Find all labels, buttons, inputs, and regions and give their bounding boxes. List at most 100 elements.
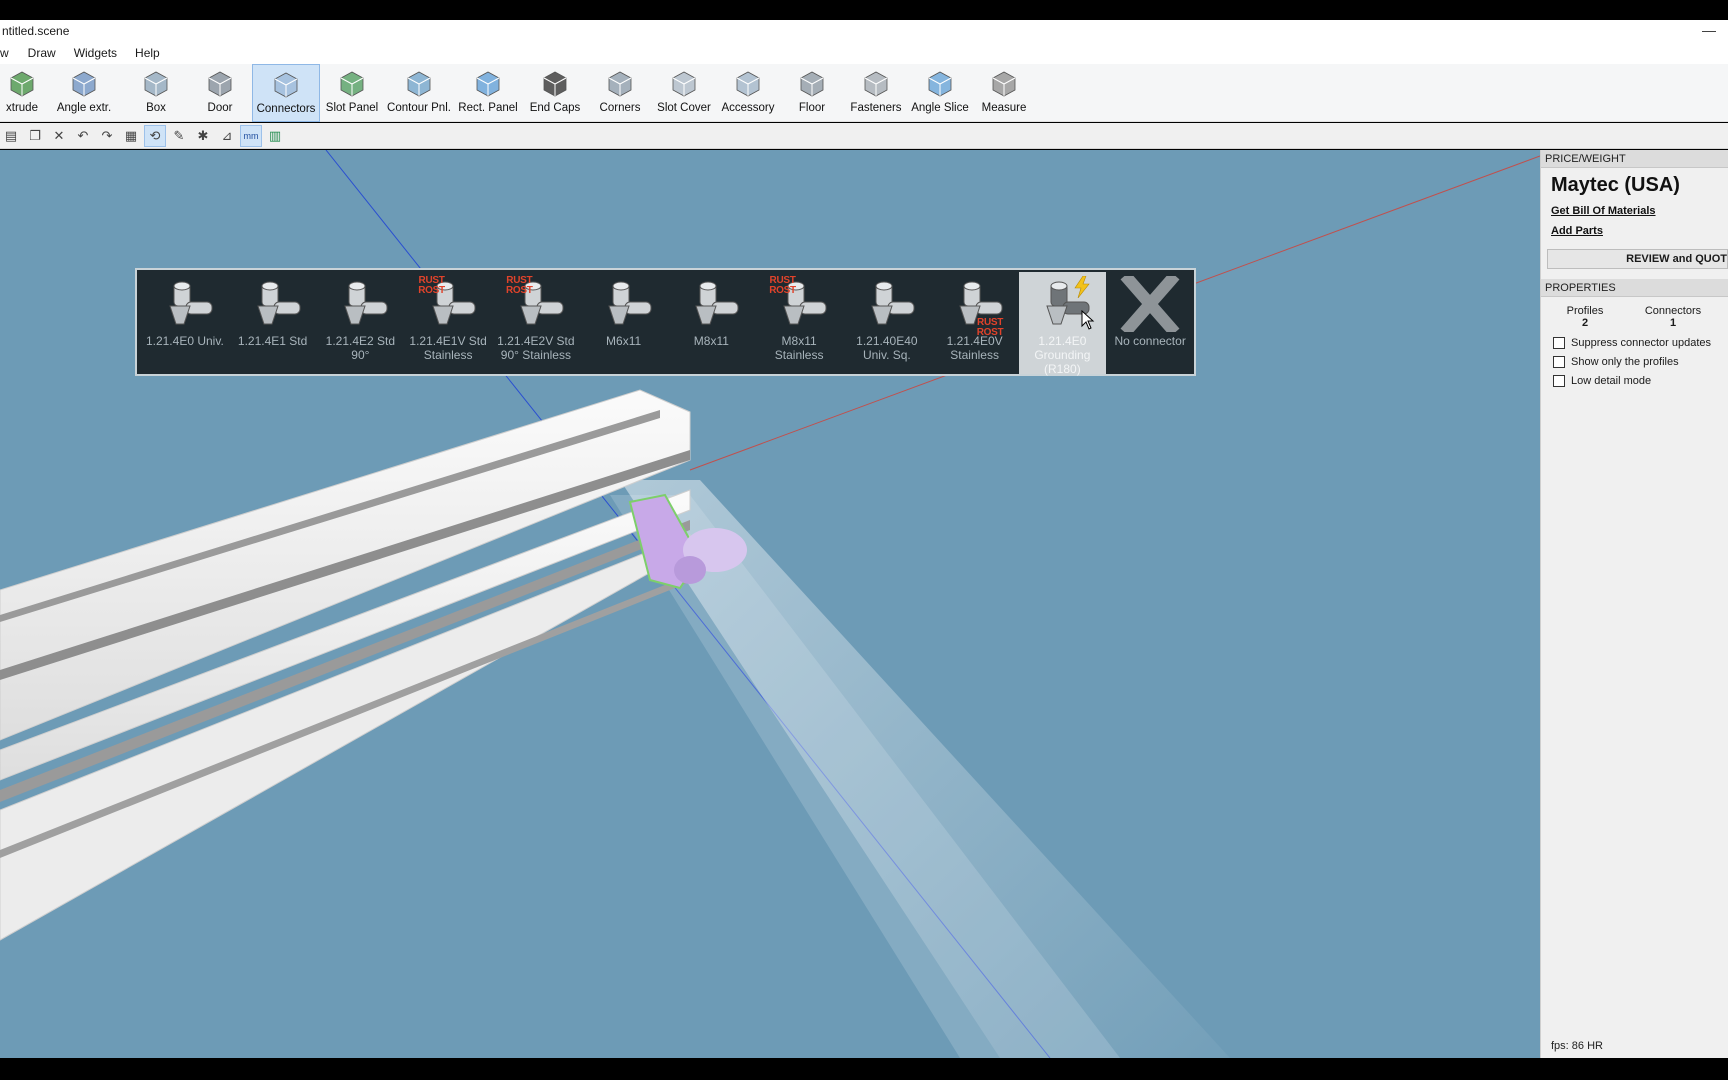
connector-name: 1.21.4E1 Std [237, 334, 308, 348]
paste-icon: ▤ [4, 127, 18, 143]
quick-toolbar: ▤ ❐ ✕ ↶ ↷ ▦ ⟲ ✎ ✱ ⊿ mm ▥ [0, 123, 1728, 149]
measure-angle-button[interactable]: ⊿ [216, 125, 238, 147]
tool-accessory[interactable]: Accessory [716, 64, 780, 122]
menu-draw[interactable]: Draw [19, 42, 65, 64]
tool-label: Floor [798, 102, 826, 114]
connector-option[interactable]: 1.21.40E40 Univ. Sq. [843, 272, 931, 374]
contour-panel-icon [404, 68, 434, 98]
tool-corners[interactable]: Corners [588, 64, 652, 122]
bug-icon: ✱ [197, 127, 209, 143]
grid-button[interactable]: ▦ [120, 125, 142, 147]
units-mm-icon: mm [243, 130, 259, 141]
price-weight-header: PRICE/WEIGHT [1541, 150, 1728, 168]
profiles-stat: Profiles 2 [1541, 305, 1629, 329]
rect-panel-icon [473, 68, 503, 98]
menu-help[interactable]: Help [126, 42, 169, 64]
low-detail-label: Low detail mode [1571, 374, 1652, 387]
profiles-only-option[interactable]: Show only the profiles [1541, 352, 1728, 371]
suppress-updates-option[interactable]: Suppress connector updates [1541, 333, 1728, 352]
no-connector-option[interactable]: No connector [1106, 271, 1194, 374]
paste-button[interactable]: ▤ [0, 125, 22, 147]
connector-option[interactable]: 1.21.4E1 Std [229, 272, 317, 374]
menu-view[interactable]: w [0, 42, 19, 64]
connector-option[interactable]: 1.21.4E2 Std 90° [317, 272, 405, 374]
profiles-only-label: Show only the profiles [1571, 355, 1679, 368]
tool-box[interactable]: Box [124, 64, 188, 122]
tool-angle-slice[interactable]: Angle Slice [908, 64, 972, 122]
connector-name: No connector [1114, 334, 1186, 348]
tool-floor[interactable]: Floor [780, 64, 844, 122]
tool-label: Angle extr. [56, 102, 112, 114]
window-title: ntitled.scene [2, 24, 70, 38]
low-detail-option[interactable]: Low detail mode [1541, 371, 1728, 390]
tool-slot-panel[interactable]: Slot Panel [320, 64, 384, 122]
tool-measure[interactable]: Measure [972, 64, 1036, 122]
tool-angle-extrude[interactable]: Angle extr. [44, 64, 124, 122]
connectors-label: Connectors [1644, 305, 1702, 317]
review-quote-button[interactable]: REVIEW and QUOT [1547, 249, 1728, 269]
rost-badge-text: ROST [976, 327, 1004, 338]
delete-button[interactable]: ✕ [48, 125, 70, 147]
connector-option[interactable]: RUST ROST 1.21.4E0V Stainless [931, 272, 1019, 374]
connectors-count: 1 [1669, 317, 1677, 329]
slot-cover-icon [669, 68, 699, 98]
low-detail-checkbox[interactable] [1553, 374, 1565, 387]
profiles-only-checkbox[interactable] [1553, 355, 1565, 368]
measure-angle-icon: ⊿ [221, 127, 233, 143]
minimize-button[interactable]: — [1702, 22, 1716, 38]
tool-slot-cover[interactable]: Slot Cover [652, 64, 716, 122]
tool-label: Slot Panel [325, 102, 379, 114]
accessory-icon [733, 68, 763, 98]
scene-stats: Profiles 2 Connectors 1 [1541, 297, 1728, 333]
tool-door[interactable]: Door [188, 64, 252, 122]
color-icon: ▥ [268, 127, 282, 143]
ribbon-toolbar: xtrude Angle extr. Box Door Connectors Slot P… [0, 64, 1728, 122]
properties-header: PROPERTIES [1541, 279, 1728, 297]
tool-label: End Caps [529, 102, 581, 114]
fps-readout: fps: 86 HR [1551, 1040, 1603, 1052]
connector-option[interactable]: RUST ROST 1.21.4E1V Std Stainless [404, 272, 492, 374]
tool-rect-panel[interactable]: Rect. Panel [454, 64, 522, 122]
copy-button[interactable]: ❐ [24, 125, 46, 147]
rost-badge-text: ROST [418, 285, 445, 296]
connector-part-icon [676, 276, 746, 332]
connector-option[interactable]: RUST ROST 1.21.4E2V Std 90° Stainless [492, 272, 580, 374]
tool-label: Measure [981, 102, 1027, 114]
connector-part-icon [852, 276, 922, 332]
tool-label: Connectors [256, 103, 316, 115]
menu-widgets[interactable]: Widgets [65, 42, 126, 64]
menu-bar: w Draw Widgets Help [0, 42, 1728, 64]
color-button[interactable]: ▥ [264, 125, 286, 147]
mouse-cursor-icon [1081, 309, 1095, 333]
connector-option[interactable]: RUST ROST M8x11 Stainless [755, 272, 843, 374]
window-titlebar: ntitled.scene — [0, 20, 1728, 42]
bill-of-materials-link[interactable]: Get Bill Of Materials [1541, 201, 1728, 221]
copy-icon: ❐ [29, 127, 41, 143]
supplier-name: Maytec (USA) [1551, 174, 1680, 196]
connector-option[interactable]: 1.21.4E0 Univ. [141, 272, 229, 374]
connector-option[interactable]: M8x11 [668, 272, 756, 374]
connector-option[interactable]: M6x11 [580, 272, 668, 374]
undo-button[interactable]: ↶ [72, 125, 94, 147]
edit-button[interactable]: ✎ [168, 125, 190, 147]
tool-fasteners[interactable]: Fasteners [844, 64, 908, 122]
tool-label: Contour Pnl. [387, 102, 451, 114]
tool-connectors[interactable]: Connectors [252, 64, 320, 122]
bug-button[interactable]: ✱ [192, 125, 214, 147]
connector-part-icon [589, 276, 659, 332]
end-caps-icon [540, 68, 570, 98]
redo-button[interactable]: ↷ [96, 125, 118, 147]
add-parts-link[interactable]: Add Parts [1541, 221, 1728, 241]
connector-part-icon [325, 276, 395, 332]
rotate-button[interactable]: ⟲ [144, 124, 166, 147]
tool-end-caps[interactable]: End Caps [522, 64, 588, 122]
tool-extrude[interactable]: xtrude [0, 64, 44, 122]
suppress-updates-label: Suppress connector updates [1571, 336, 1712, 349]
suppress-updates-checkbox[interactable] [1553, 336, 1565, 349]
corners-icon [605, 68, 635, 98]
connector-name: M6x11 [606, 334, 642, 348]
units-mm-button[interactable]: mm [240, 124, 262, 147]
connector-name: M8x11 [693, 334, 729, 348]
tool-label: Accessory [721, 102, 775, 114]
tool-contour-panel[interactable]: Contour Pnl. [384, 64, 454, 122]
